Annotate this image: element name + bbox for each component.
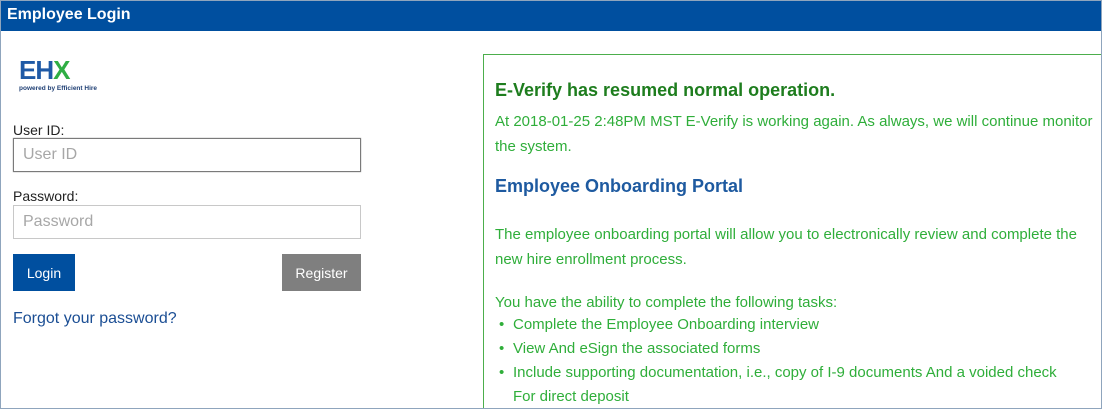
register-button[interactable]: Register (282, 254, 361, 291)
forgot-password-link[interactable]: Forgot your password? (13, 310, 177, 328)
userid-label: User ID: (13, 122, 65, 138)
logo-mark: EHX (19, 57, 119, 83)
logo-tagline: powered by Efficient Hire (19, 85, 98, 92)
ehx-logo: EHX powered by Efficient Hire (19, 57, 119, 97)
portal-text: The employee onboarding portal will allo… (495, 226, 1077, 268)
list-item: Include supporting documentation, i.e., … (495, 361, 1080, 408)
list-item: View And eSign the associated forms (495, 337, 1080, 361)
tasks-intro: You have the ability to complete the fol… (495, 294, 838, 311)
password-input[interactable] (13, 205, 361, 239)
login-button[interactable]: Login (13, 254, 75, 291)
logo-letters: EH (19, 55, 54, 85)
userid-input[interactable] (13, 138, 361, 172)
status-text: At 2018-01-25 2:48PM MST E-Verify is wor… (495, 113, 1093, 155)
logo-letter-x: X (53, 55, 70, 85)
notice-panel: E-Verify has resumed normal operation. A… (483, 54, 1101, 408)
task-list: Complete the Employee Onboarding intervi… (495, 313, 1080, 408)
window-title: Employee Login (1, 1, 1101, 31)
login-window: Employee Login EHX powered by Efficient … (0, 0, 1102, 409)
notice-title: E-Verify has resumed normal operation. (495, 80, 836, 100)
list-item: Complete the Employee Onboarding intervi… (495, 313, 1080, 337)
portal-heading: Employee Onboarding Portal (495, 176, 744, 196)
password-label: Password: (13, 188, 79, 204)
